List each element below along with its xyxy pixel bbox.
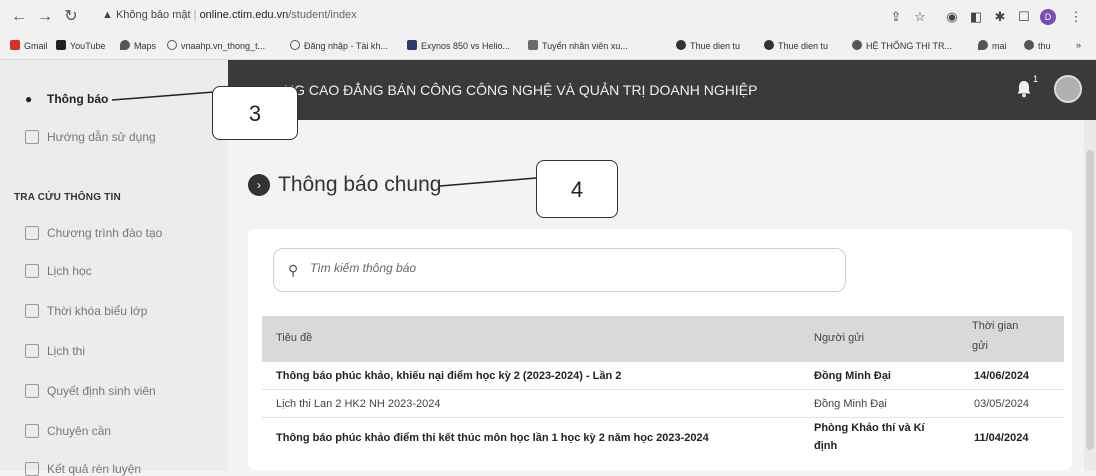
row-sender: Đồng Minh Đại: [814, 398, 887, 410]
row-title[interactable]: Lịch thi Lan 2 HK2 NH 2023-2024: [276, 398, 441, 410]
bookmarks-bar: Gmail YouTube Maps vnaahp.vn_thong_t... …: [0, 34, 1096, 60]
annotation-box-3: 3: [212, 86, 298, 140]
map-pin-icon: [978, 40, 988, 50]
url-path: /student/index: [288, 9, 357, 21]
bookmark-dang-nhap[interactable]: Đăng nhập - Tài kh...: [290, 40, 388, 51]
notification-bell-icon[interactable]: [1016, 80, 1032, 98]
address-bar[interactable]: ▲ Không bảo mật | online.ctim.edu.vn/stu…: [102, 9, 357, 21]
search-box[interactable]: ⚲: [273, 248, 846, 292]
column-title: Tiêu đề: [276, 332, 313, 344]
top-header: NG CAO ĐẲNG BÁN CÔNG CÔNG NGHỆ VÀ QUẢN T…: [228, 60, 1096, 120]
star-icon[interactable]: ☆: [912, 9, 928, 25]
puzzle-icon[interactable]: ✱: [992, 9, 1008, 25]
row-time: 11/04/2024: [974, 432, 1029, 444]
site-icon: [1024, 40, 1034, 50]
row-title[interactable]: Thông báo phúc khảo, khiếu nại điểm học …: [276, 370, 621, 382]
scrollbar-thumb[interactable]: [1086, 150, 1094, 450]
site-icon: [764, 40, 774, 50]
exam-calendar-icon: [25, 344, 39, 358]
page-title: › Thông báo chung: [248, 173, 441, 197]
notification-count: 1: [1033, 74, 1039, 84]
browser-toolbar: ← → ↻ ▲ Không bảo mật | online.ctim.edu.…: [0, 0, 1096, 34]
table-row[interactable]: Lịch thi Lan 2 HK2 NH 2023-2024 Đồng Min…: [262, 390, 1064, 418]
bookmark-gmail[interactable]: Gmail: [10, 40, 48, 51]
forward-icon[interactable]: →: [36, 8, 54, 26]
training-result-icon: [25, 462, 39, 476]
site-icon: [676, 40, 686, 50]
column-sender: Người gửi: [814, 332, 865, 344]
more-bookmarks-icon[interactable]: »: [1076, 40, 1081, 50]
sidebar-item-quyet-dinh[interactable]: Quyết định sinh viên: [25, 384, 156, 398]
warning-icon: ▲: [102, 9, 113, 21]
youtube-icon: [56, 40, 66, 50]
sidebar-item-huong-dan[interactable]: Hướng dẫn sử dụng: [25, 130, 156, 144]
sidebar-item-thong-bao[interactable]: ● Thông báo: [25, 92, 108, 106]
sidebar-item-chuong-trinh[interactable]: Chương trình đào tạo: [25, 226, 162, 240]
decision-icon: [25, 384, 39, 398]
bookmark-tuyen-nhan-vien[interactable]: Tuyển nhân viên xu...: [528, 40, 628, 51]
table-row[interactable]: Thông báo phúc khảo điểm thi kết thúc mô…: [262, 418, 1064, 462]
curriculum-icon: [25, 226, 39, 240]
row-sender: Đồng Minh Đại: [814, 370, 891, 382]
sidebar-item-thoi-khoa-bieu[interactable]: Thời khóa biểu lớp: [25, 304, 147, 318]
row-sender-line1: Phòng Khảo thí và Kí: [814, 422, 925, 434]
sidebar-item-lich-hoc[interactable]: Lịch học: [25, 264, 92, 278]
profile-icon[interactable]: D: [1040, 9, 1056, 25]
row-sender-line2: định: [814, 440, 838, 452]
sidebar-item-lich-thi[interactable]: Lịch thi: [25, 344, 85, 358]
back-icon[interactable]: ←: [10, 8, 28, 26]
row-title[interactable]: Thông báo phúc khảo điểm thi kết thúc mô…: [276, 432, 709, 444]
bookmark-youtube[interactable]: YouTube: [56, 40, 105, 51]
header-title: NG CAO ĐẲNG BÁN CÔNG CÔNG NGHỆ VÀ QUẢN T…: [284, 82, 758, 98]
security-label: Không bảo mật: [115, 9, 191, 21]
google-icon: [167, 40, 177, 50]
sidebar-section-title: TRA CỨU THÔNG TIN: [14, 192, 121, 203]
column-time-line1: Thời gian: [972, 320, 1019, 332]
share-icon[interactable]: ⇪: [888, 9, 904, 25]
timetable-icon: [25, 304, 39, 318]
menu-kebab-icon[interactable]: ⋮: [1068, 9, 1084, 25]
bookmark-exynos[interactable]: Exynos 850 vs Helio...: [407, 40, 510, 51]
url-host: online.ctim.edu.vn: [199, 9, 289, 21]
bookmark-mai[interactable]: mai: [978, 40, 1007, 51]
reload-icon[interactable]: ↻: [62, 8, 80, 26]
search-icon: ⚲: [288, 262, 299, 278]
bookmark-maps[interactable]: Maps: [120, 40, 156, 51]
site-icon: [528, 40, 538, 50]
site-icon: [852, 40, 862, 50]
gmail-icon: [10, 40, 20, 50]
bell-icon: ●: [25, 92, 33, 106]
extension-icon-2[interactable]: ◧: [968, 9, 984, 25]
document-icon: [25, 130, 39, 144]
map-pin-icon: [120, 40, 130, 50]
site-icon: [407, 40, 417, 50]
table-row[interactable]: Thông báo phúc khảo, khiếu nại điểm học …: [262, 362, 1064, 390]
bookmark-vnaahp[interactable]: vnaahp.vn_thong_t...: [167, 40, 265, 51]
row-time: 14/06/2024: [974, 370, 1030, 382]
column-time-line2: gửi: [972, 340, 988, 352]
bookmark-thue-dien-tu-1[interactable]: Thue dien tu: [676, 40, 740, 51]
bookmark-thu[interactable]: thu: [1024, 40, 1051, 51]
table-header: Tiêu đề Người gửi Thời gian gửi: [262, 316, 1064, 362]
row-time: 03/05/2024: [974, 398, 1030, 410]
search-input[interactable]: [310, 261, 810, 275]
sidebar-item-chuyen-can[interactable]: Chuyên cần: [25, 424, 111, 438]
avatar[interactable]: [1054, 75, 1082, 103]
window-icon[interactable]: ☐: [1016, 9, 1032, 25]
scrollbar[interactable]: [1084, 120, 1096, 471]
bookmark-thue-dien-tu-2[interactable]: Thue dien tu: [764, 40, 828, 51]
chevron-right-icon: ›: [248, 174, 270, 196]
annotation-box-4: 4: [536, 160, 618, 218]
sidebar-item-ket-qua-ren-luyen[interactable]: Kết quả rèn luyện: [25, 462, 141, 476]
bookmark-he-thong-thi[interactable]: HỆ THỐNG THI TR...: [852, 40, 952, 51]
attendance-icon: [25, 424, 39, 438]
extension-icon[interactable]: ◉: [944, 9, 960, 25]
google-icon: [290, 40, 300, 50]
calendar-icon: [25, 264, 39, 278]
